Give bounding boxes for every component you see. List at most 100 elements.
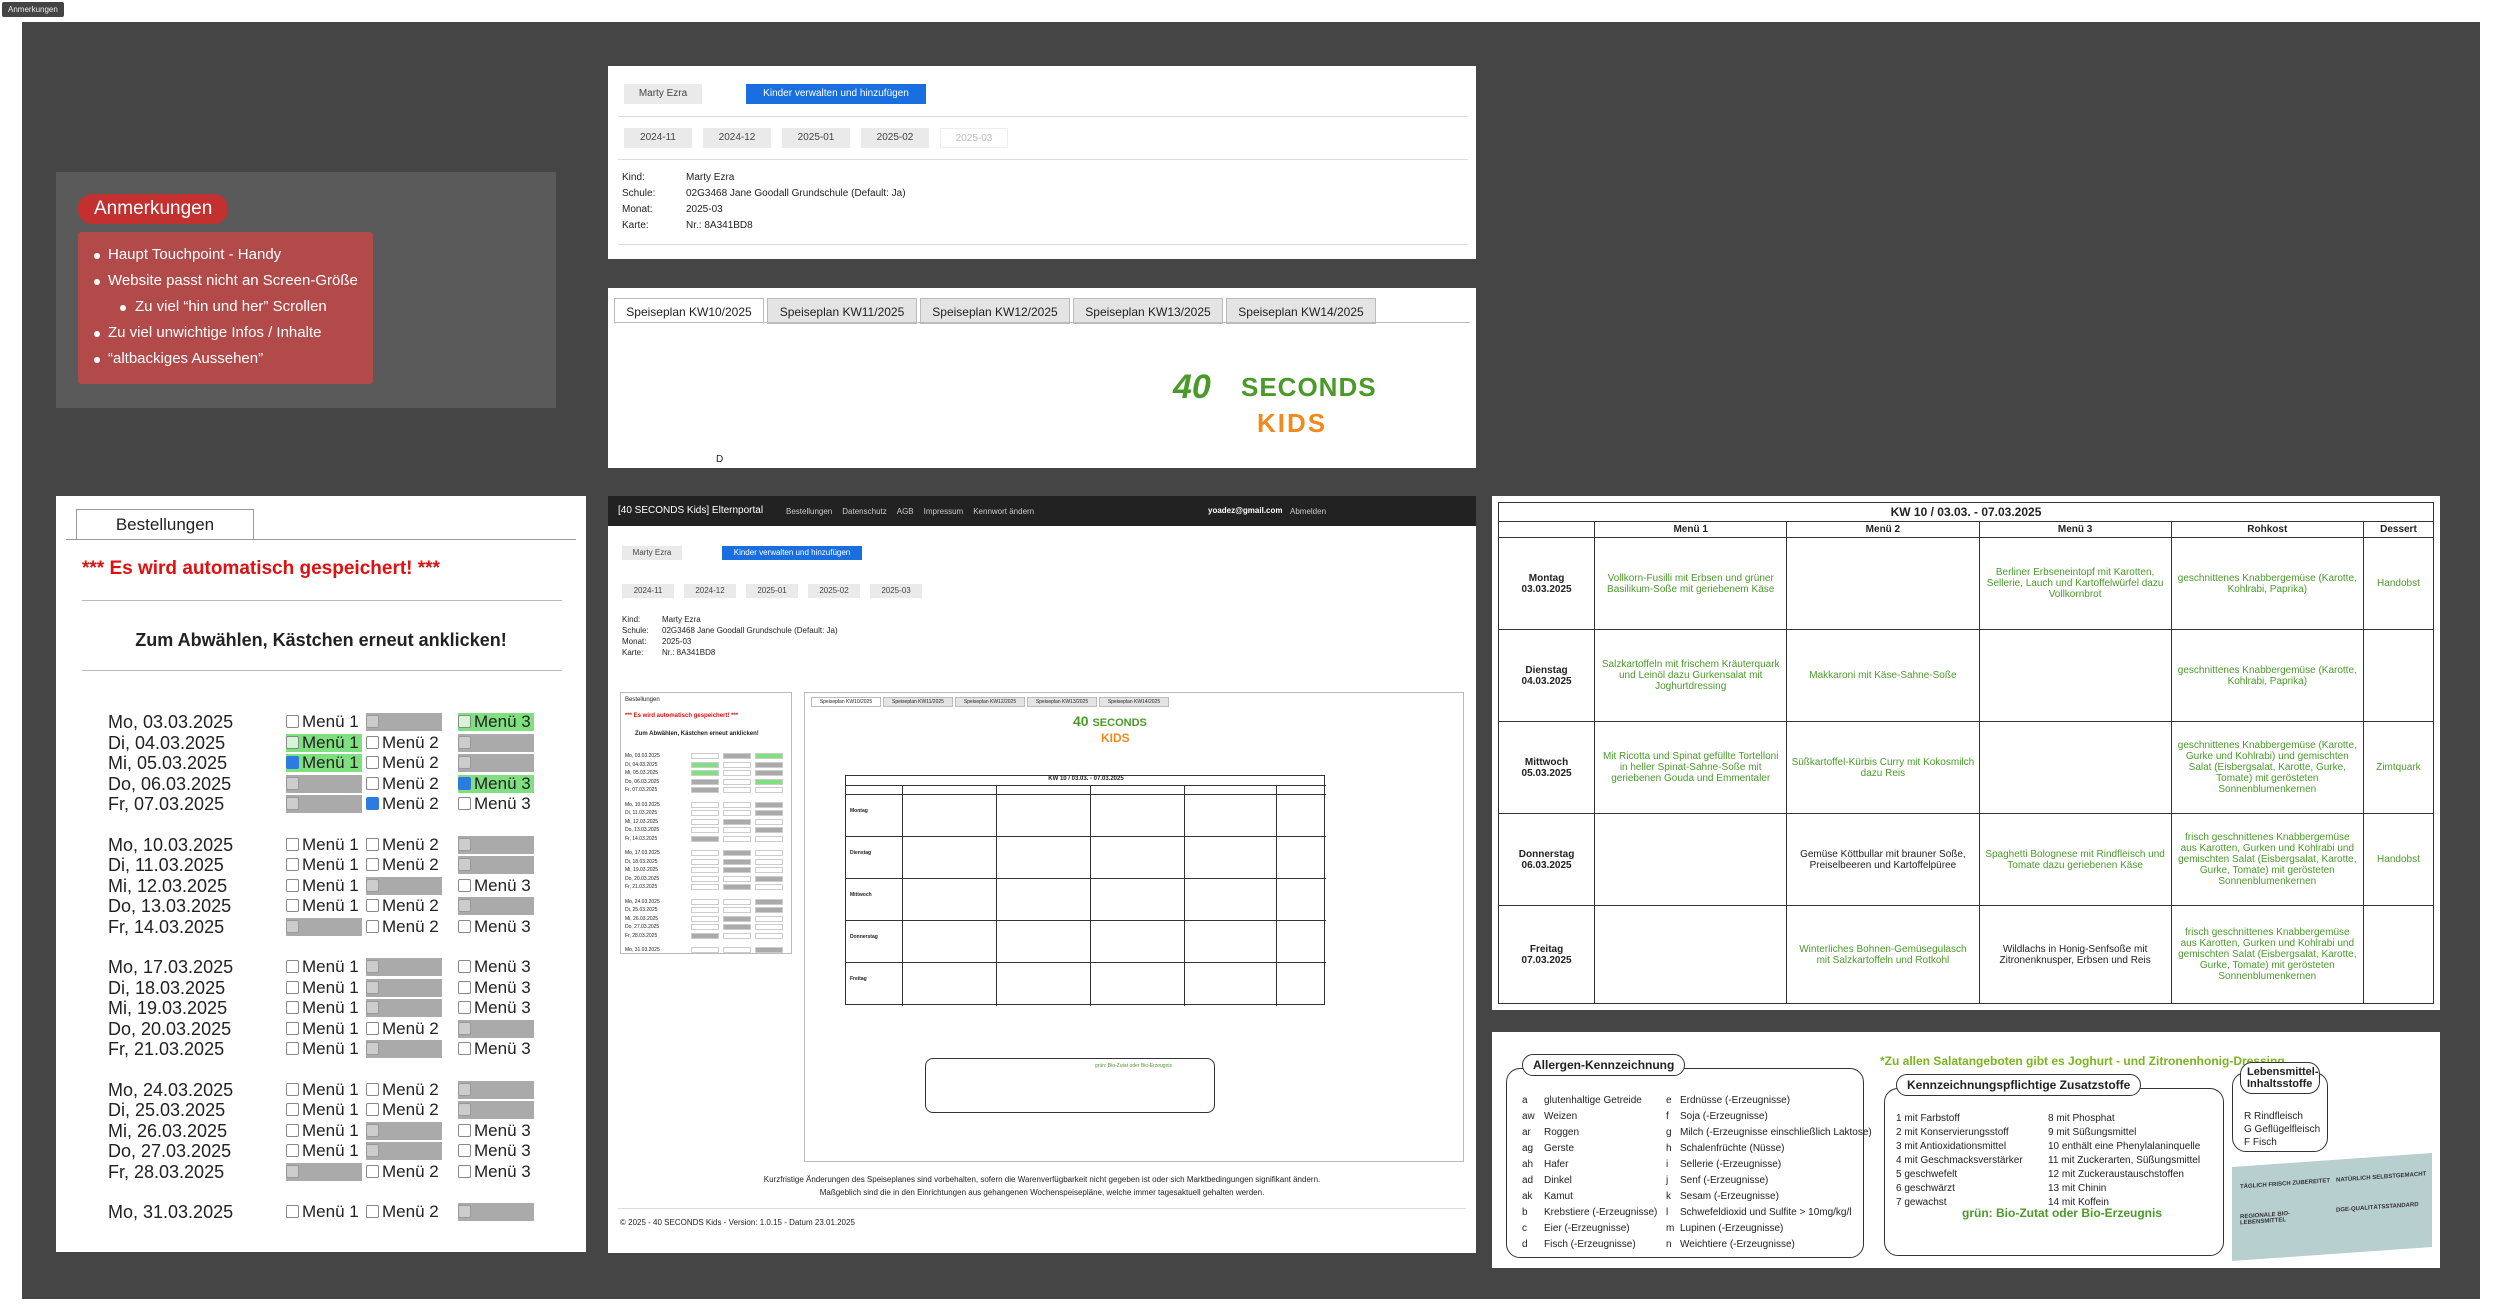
order-checkbox-menu3[interactable]: Menü 3 — [458, 1121, 534, 1140]
mini-order-cell[interactable] — [755, 787, 783, 793]
tab-kw13[interactable]: Speiseplan KW13/2025 — [1073, 298, 1223, 324]
mini-order-cell[interactable] — [755, 898, 783, 905]
order-checkbox-menu3[interactable]: Menü 3 — [458, 774, 534, 793]
mini-order-cell[interactable] — [723, 884, 751, 890]
mini-order-cell[interactable] — [723, 858, 751, 865]
order-checkbox-menu1[interactable]: Menü 1 — [286, 876, 362, 895]
tab-kw11[interactable]: Speiseplan KW11/2025 — [767, 298, 917, 324]
order-checkbox-menu1[interactable]: Menü 1 — [286, 1121, 362, 1140]
mini-order-cell[interactable] — [723, 770, 751, 776]
mini-order-cell[interactable] — [723, 947, 751, 953]
mini-order-cell[interactable] — [755, 850, 783, 856]
mini-order-cell[interactable] — [723, 924, 751, 930]
mini-logout[interactable]: Abmelden — [1290, 507, 1326, 516]
order-checkbox-menu3[interactable]: Menü 3 — [458, 999, 534, 1017]
order-checkbox-menu2[interactable]: Menü 2 — [366, 754, 442, 772]
mini-order-cell[interactable] — [755, 924, 783, 930]
mini-nav-link[interactable]: Datenschutz — [842, 507, 886, 516]
order-checkbox-menu3[interactable]: Menü 3 — [458, 917, 534, 936]
mini-order-cell[interactable] — [755, 858, 783, 865]
mini-order-cell[interactable] — [691, 753, 719, 759]
mini-order-cell[interactable] — [755, 801, 783, 808]
order-checkbox-menu2[interactable]: Menü 2 — [366, 774, 442, 793]
order-checkbox-menu2[interactable]: Menü 2 — [366, 1203, 442, 1221]
mini-nav-link[interactable]: Impressum — [924, 507, 964, 516]
mini-nav-link[interactable]: Kennwort ändern — [973, 507, 1034, 516]
mini-order-cell[interactable] — [691, 924, 719, 930]
order-checkbox-menu1[interactable]: Menü 1 — [286, 958, 362, 976]
mini-order-cell[interactable] — [723, 898, 751, 905]
mini-order-cell[interactable] — [691, 915, 719, 922]
order-checkbox-menu3[interactable]: Menü 3 — [458, 978, 534, 997]
mini-order-cell[interactable] — [723, 761, 751, 768]
mini-order-cell[interactable] — [723, 801, 751, 808]
order-checkbox-menu2[interactable]: Menü 2 — [366, 1019, 442, 1038]
mini-order-cell[interactable] — [755, 947, 783, 953]
mini-order-cell[interactable] — [755, 778, 783, 785]
mini-tab[interactable]: Speiseplan KW14/2025 — [1099, 697, 1169, 707]
order-checkbox-menu3[interactable]: Menü 3 — [458, 713, 534, 731]
mini-order-cell[interactable] — [691, 770, 719, 776]
order-checkbox-menu1[interactable]: Menü 1 — [286, 754, 362, 772]
mini-order-cell[interactable] — [723, 753, 751, 759]
order-checkbox-menu3[interactable]: Menü 3 — [458, 958, 534, 976]
month-button[interactable]: 2024-12 — [703, 128, 771, 148]
mini-order-cell[interactable] — [691, 761, 719, 768]
mini-order-cell[interactable] — [691, 835, 719, 842]
mini-user-button[interactable]: Marty Ezra — [622, 546, 682, 560]
mini-order-cell[interactable] — [755, 907, 783, 913]
mini-order-cell[interactable] — [691, 787, 719, 793]
tab-kw12[interactable]: Speiseplan KW12/2025 — [920, 298, 1070, 324]
mini-order-cell[interactable] — [755, 884, 783, 890]
order-checkbox-menu2[interactable]: Menü 2 — [366, 1080, 442, 1099]
order-checkbox-menu1[interactable]: Menü 1 — [286, 897, 362, 915]
mini-order-cell[interactable] — [755, 761, 783, 768]
order-checkbox-menu1[interactable]: Menü 1 — [286, 1040, 362, 1058]
tab-kw14[interactable]: Speiseplan KW14/2025 — [1226, 298, 1376, 324]
tab-kw10[interactable]: Speiseplan KW10/2025 — [614, 298, 764, 324]
mini-tab[interactable]: Speiseplan KW12/2025 — [955, 697, 1025, 707]
month-button[interactable]: 2025-03 — [940, 128, 1008, 148]
month-button[interactable]: 2025-02 — [861, 128, 929, 148]
mini-order-cell[interactable] — [723, 875, 751, 882]
mini-month-button[interactable]: 2024-12 — [684, 584, 736, 598]
order-checkbox-menu2[interactable]: Menü 2 — [366, 897, 442, 915]
mini-order-cell[interactable] — [691, 907, 719, 913]
mini-orders-tab[interactable]: Bestellungen — [625, 697, 660, 703]
order-checkbox-menu2[interactable]: Menü 2 — [366, 795, 442, 813]
mini-brand[interactable]: [40 SECONDS Kids] Elternportal — [618, 505, 763, 516]
mini-order-cell[interactable] — [755, 915, 783, 922]
month-button[interactable]: 2024-11 — [624, 128, 692, 148]
order-checkbox-menu1[interactable]: Menü 1 — [286, 713, 362, 731]
order-checkbox-menu2[interactable]: Menü 2 — [366, 1101, 442, 1119]
mini-tab[interactable]: Speiseplan KW10/2025 — [811, 697, 881, 707]
order-checkbox-menu3[interactable]: Menü 3 — [458, 795, 534, 813]
mini-order-cell[interactable] — [723, 932, 751, 939]
order-checkbox-menu1[interactable]: Menü 1 — [286, 733, 362, 752]
month-button[interactable]: 2025-01 — [782, 128, 850, 148]
order-checkbox-menu1[interactable]: Menü 1 — [286, 1080, 362, 1099]
mini-nav-link[interactable]: AGB — [897, 507, 914, 516]
manage-children-button[interactable]: Kinder verwalten und hinzufügen — [746, 84, 926, 104]
mini-order-cell[interactable] — [691, 818, 719, 825]
mini-order-cell[interactable] — [755, 827, 783, 833]
mini-order-cell[interactable] — [723, 810, 751, 816]
mini-manage-button[interactable]: Kinder verwalten und hinzufügen — [722, 546, 862, 560]
orders-tab[interactable]: Bestellungen — [76, 509, 254, 539]
mini-order-cell[interactable] — [723, 818, 751, 825]
mini-month-button[interactable]: 2025-01 — [746, 584, 798, 598]
order-checkbox-menu1[interactable]: Menü 1 — [286, 1019, 362, 1038]
mini-order-cell[interactable] — [755, 932, 783, 939]
mini-order-cell[interactable] — [755, 818, 783, 825]
order-checkbox-menu2[interactable]: Menü 2 — [366, 917, 442, 936]
order-checkbox-menu1[interactable]: Menü 1 — [286, 999, 362, 1017]
mini-order-cell[interactable] — [723, 827, 751, 833]
mini-order-cell[interactable] — [723, 835, 751, 842]
mini-tab[interactable]: Speiseplan KW13/2025 — [1027, 697, 1097, 707]
mini-order-cell[interactable] — [691, 932, 719, 939]
mini-order-cell[interactable] — [691, 778, 719, 785]
mini-order-cell[interactable] — [755, 867, 783, 873]
mini-month-button[interactable]: 2024-11 — [622, 584, 674, 598]
mini-order-cell[interactable] — [723, 907, 751, 913]
order-checkbox-menu3[interactable]: Menü 3 — [458, 876, 534, 895]
